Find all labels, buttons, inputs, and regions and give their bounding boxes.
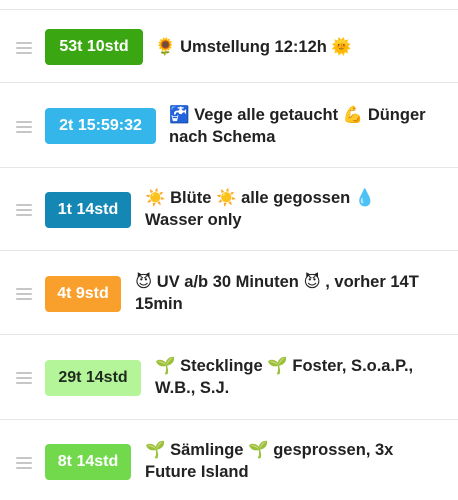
list-item[interactable]: 29t 14std 🌱 Stecklinge 🌱 Foster, S.o.a.P…: [0, 335, 458, 420]
countdown-badge: 8t 14std: [45, 444, 131, 480]
item-text-line: 😈 UV a/b 30 Minuten 😈 , vorher 14T: [135, 273, 419, 291]
countdown-badge: 29t 14std: [45, 360, 141, 396]
timer-list: 53t 10std 🌻 Umstellung 12:12h 🌞 2t 15:59…: [0, 0, 458, 500]
item-text-line: nach Schema: [169, 128, 276, 146]
list-item[interactable]: 1t 14std ☀️ Blüte ☀️ alle gegossen 💧 Was…: [0, 168, 458, 251]
item-text: 🌱 Stecklinge 🌱 Foster, S.o.a.P., W.B., S…: [155, 355, 413, 399]
drag-handle-icon[interactable]: [16, 372, 32, 384]
item-text-line: ☀️ Blüte ☀️ alle gegossen 💧: [145, 189, 376, 207]
drag-handle-icon[interactable]: [16, 42, 32, 54]
countdown-badge: 53t 10std: [45, 29, 143, 65]
item-text: 🌱 Sämlinge 🌱 gesprossen, 3x Future Islan…: [145, 439, 393, 483]
item-text-line: 🌱 Stecklinge 🌱 Foster, S.o.a.P.,: [155, 357, 414, 375]
countdown-badge: 1t 14std: [45, 192, 131, 228]
list-item[interactable]: 53t 10std 🌻 Umstellung 12:12h 🌞: [0, 10, 458, 83]
countdown-badge: 4t 9std: [45, 276, 121, 312]
list-item[interactable]: 4t 9std 😈 UV a/b 30 Minuten 😈 , vorher 1…: [0, 251, 458, 335]
item-text: 🚰 Vege alle getaucht 💪 Dünger nach Schem…: [169, 104, 426, 148]
item-text-line: W.B., S.J.: [155, 379, 230, 397]
countdown-badge: 2t 15:59:32: [45, 108, 156, 144]
item-text-line: 🌻 Umstellung 12:12h 🌞: [155, 38, 352, 56]
item-text-line: 🚰 Vege alle getaucht 💪 Dünger: [169, 106, 426, 124]
drag-handle-icon[interactable]: [16, 204, 32, 216]
item-text-line: 15min: [135, 295, 183, 313]
item-text-line: 🌱 Sämlinge 🌱 gesprossen, 3x: [145, 441, 394, 459]
drag-handle-icon[interactable]: [16, 457, 32, 469]
drag-handle-icon[interactable]: [16, 121, 32, 133]
item-text: 😈 UV a/b 30 Minuten 😈 , vorher 14T 15min: [135, 271, 419, 315]
list-item[interactable]: 2t 15:59:32 🚰 Vege alle getaucht 💪 Dünge…: [0, 83, 458, 168]
item-text: ☀️ Blüte ☀️ alle gegossen 💧 Wasser only: [145, 187, 375, 231]
drag-handle-icon[interactable]: [16, 288, 32, 300]
list-item[interactable]: 8t 14std 🌱 Sämlinge 🌱 gesprossen, 3x Fut…: [0, 420, 458, 500]
item-text-line: Future Island: [145, 463, 249, 481]
item-text: 🌻 Umstellung 12:12h 🌞: [155, 36, 352, 58]
item-text-line: Wasser only: [145, 211, 242, 229]
